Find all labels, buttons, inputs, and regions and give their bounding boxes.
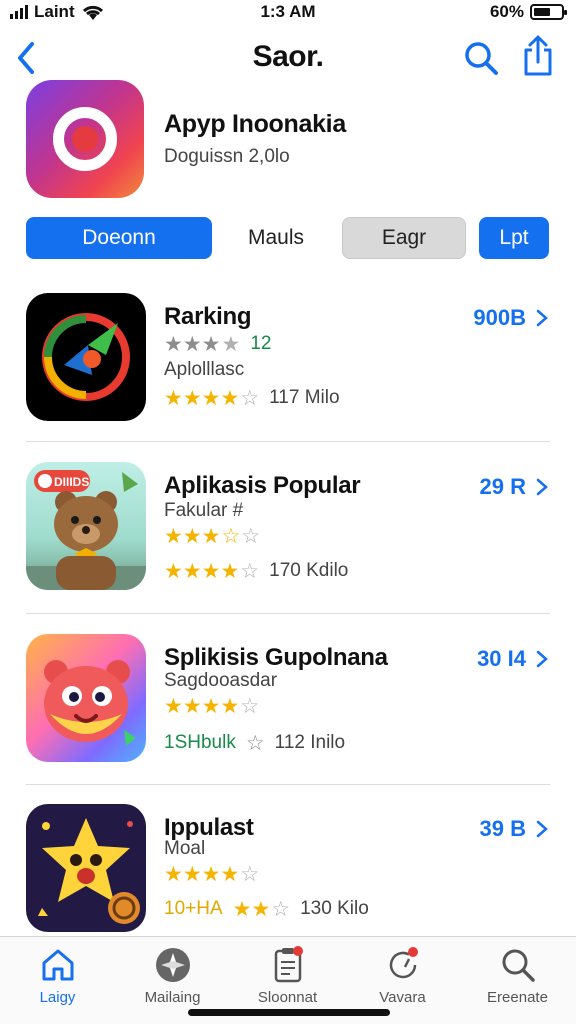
rating-stars: ☆ [245,731,265,755]
monster-icon [26,634,146,762]
app-downloads-line: ★★★★ ☆ 170 Kdilo [164,560,348,582]
app-subtitle: Sagdooasdar [164,670,278,691]
app-size[interactable]: 39 B [480,816,548,842]
segment-button-2[interactable]: Mauls [226,217,326,259]
home-indicator [188,1009,390,1016]
app-rating-prefix: 10+HA [164,898,223,919]
camera-dot-icon [72,126,98,152]
rating-stars: ★★★ ★ [164,332,241,356]
search-icon [502,949,535,982]
app-subtitle: Moal [164,838,206,859]
app-list-item[interactable]: Rarking 900B ★★★ ★ 12 Aplolllasc ★★★★ ☆ 11… [26,293,550,443]
app-downloads-line: 10+HA ★★ ☆ 130 Kilo [164,898,369,920]
tab-label: Mailaing [144,989,201,1006]
rating-stars: ★★★★ ☆ [164,386,260,410]
segment-button-3[interactable]: Eagr [342,217,466,259]
music-disc-icon [26,293,146,421]
featured-app-icon [26,80,144,198]
app-size[interactable]: 30 I4 [477,646,548,672]
rating-stars: ★★★★ ☆ [164,695,260,718]
share-icon[interactable] [518,34,558,78]
battery-percent: 60% [489,2,524,21]
app-list-item[interactable]: DIIIDS Aplikasis Popular 29 R Fakular # … [26,462,550,612]
app-name: Aplikasis Popular [164,472,361,499]
app-downloads: 112 Inilo [274,732,346,753]
app-subtitle: Fakular # [164,500,244,521]
app-rating-line: ★★★ ★ 12 [164,333,271,355]
featured-app[interactable]: Apyp Inoonakia Doguissn 2,0lo [26,80,556,205]
bear-icon: DIIIDS [26,462,146,590]
tab-label: Vavara [379,989,426,1006]
app-downloads: 117 Milo [269,387,340,408]
app-category: Aplolllasc [164,359,245,380]
tab-search[interactable]: Ereenate [460,945,575,1015]
app-size-value: 900B [473,305,526,330]
app-size-value: 39 B [479,816,526,841]
app-name: Rarking [164,303,252,330]
rating-stars: ★★★★ ☆ [164,863,260,886]
app-size[interactable]: 29 R [480,474,548,500]
status-bar: Laint 1:3 AM 60% [0,0,576,24]
search-icon[interactable] [462,38,500,78]
battery-icon [530,4,567,20]
segment-button-1[interactable]: Doeonn [26,217,212,259]
compass-icon [155,948,190,982]
rating-stars: ★★★ ☆ ☆ [164,525,261,548]
app-downloads-line: 1SHbulk ☆ 112 Inilo [164,732,345,754]
app-size-value: 30 I4 [477,646,526,671]
status-right: 60% [489,2,567,22]
app-name: Splikisis Gupolnana [164,644,388,671]
rating-stars: ★★ ☆ [232,897,291,921]
refresh-icon [389,947,418,979]
tab-compass[interactable]: Mailaing [115,945,230,1015]
app-rating-line: ★★★★ ☆ [164,864,259,885]
app-list-item[interactable]: Ippulast 39 B Moal ★★★★ ☆ 10+HA ★★ ☆ 130 K… [26,804,550,954]
star-character-icon [26,804,146,932]
app-size-value: 29 R [479,474,526,499]
app-rating-line: ★★★★ ☆ [164,696,259,717]
app-list-item[interactable]: Splikisis Gupolnana 30 I4 Sagdooasdar ★★… [26,634,550,784]
rating-stars: ★★★★ ☆ [164,559,260,583]
chevron-right-icon [536,820,548,838]
divider [26,784,550,785]
rating-count: 12 [250,333,272,354]
app-rating-prefix: 1SHbulk [164,732,236,753]
tab-label: Ereenate [487,989,548,1006]
clipboard-icon [274,946,303,983]
tab-label: Laigy [39,989,76,1006]
nav-bar: Saor. [0,30,576,86]
tab-clipboard[interactable]: Sloonnat [230,945,345,1015]
chevron-right-icon [536,650,548,668]
featured-app-subtitle: Doguissn 2,0lo [164,146,290,167]
filter-segments: Doeonn Mauls Eagr Lpt [26,217,550,261]
segment-button-4[interactable]: Lpt [479,217,549,259]
app-size[interactable]: 900B [473,305,548,331]
app-icon-badge: DIIIDS [54,475,89,489]
app-downloads: 170 Kdilo [269,560,349,581]
divider [26,613,550,614]
app-downloads: 130 Kilo [300,898,369,919]
chevron-right-icon [536,309,548,327]
tab-label: Sloonnat [257,989,318,1006]
tab-refresh[interactable]: Vavara [345,945,460,1015]
app-rating-line: ★★★ ☆ ☆ [164,526,260,547]
home-icon [42,949,73,981]
app-downloads-line: ★★★★ ☆ 117 Milo [164,387,340,409]
chevron-right-icon [536,478,548,496]
featured-app-title: Apyp Inoonakia [164,110,346,138]
divider [26,441,550,442]
tab-home[interactable]: Laigy [0,945,115,1015]
